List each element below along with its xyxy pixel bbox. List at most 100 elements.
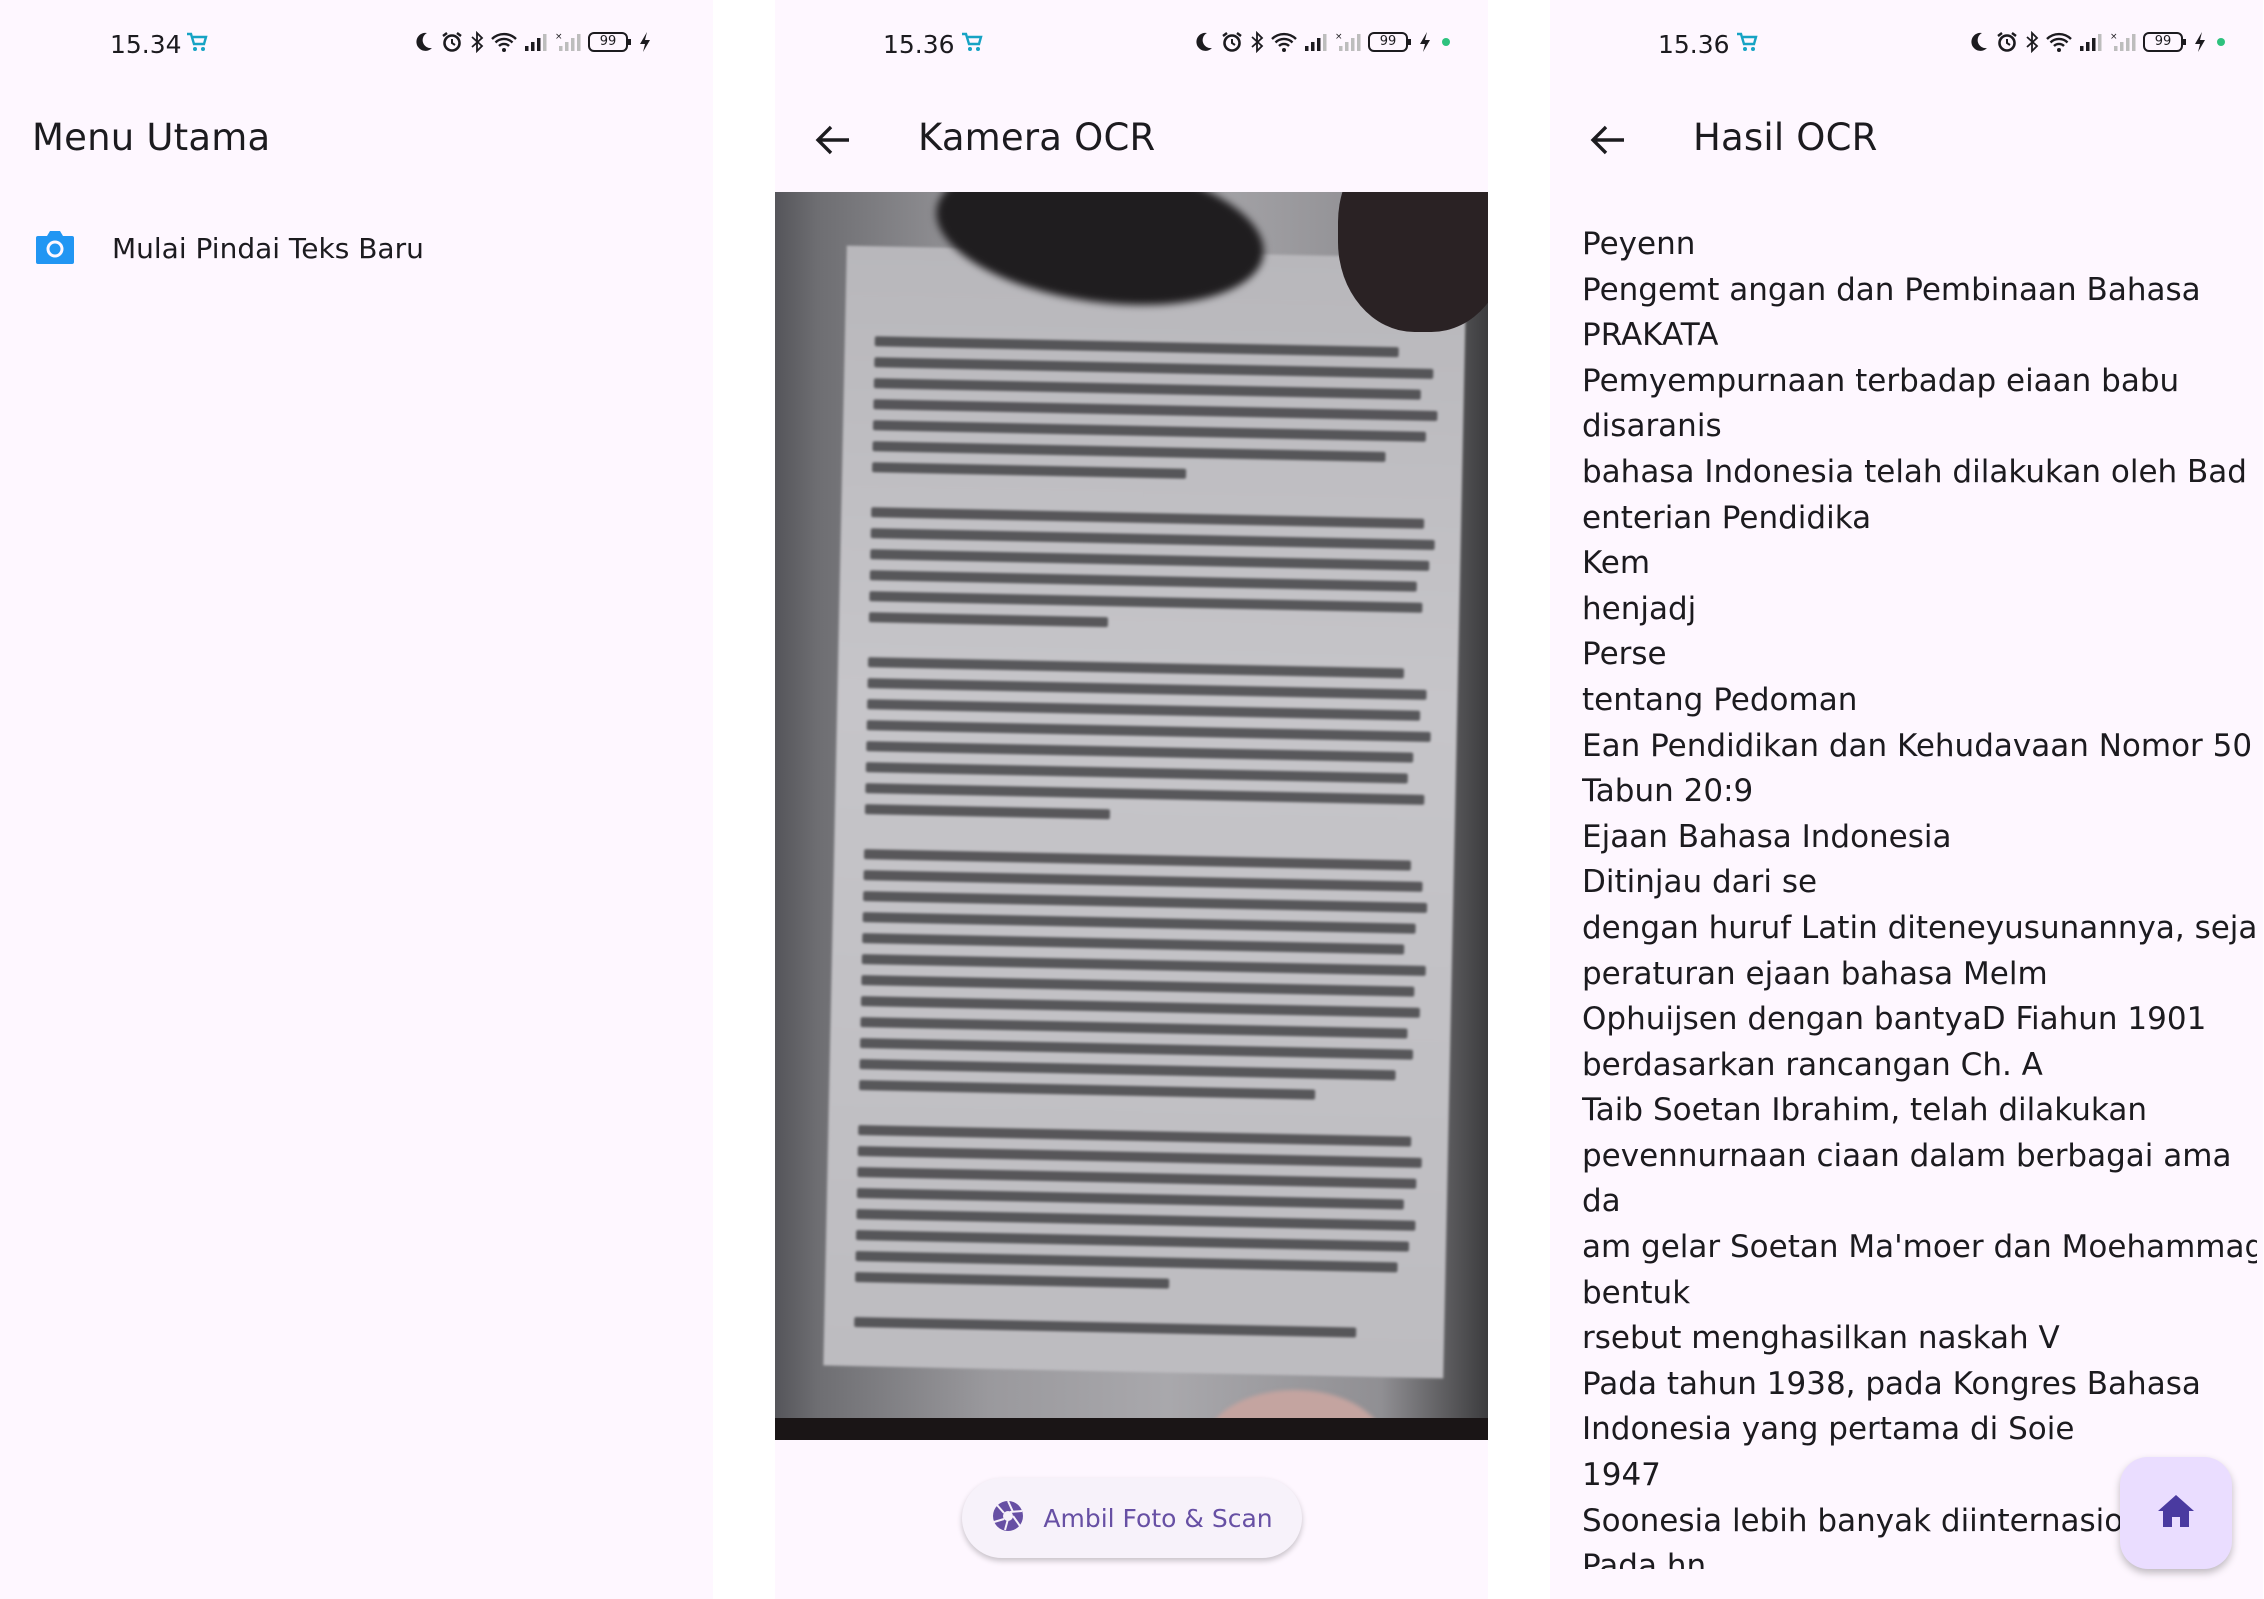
page-title: Kamera OCR (918, 116, 1156, 159)
captured-book-page (823, 245, 1467, 1379)
signal-off-icon: × (555, 32, 581, 51)
wifi-icon (1271, 32, 1297, 52)
blurred-text-line (859, 1059, 1396, 1081)
blurred-text-line (870, 528, 1436, 551)
ocr-line: tentang Pedoman (1582, 681, 1858, 718)
notification-cart-icon (186, 32, 208, 56)
blurred-text-line (857, 1167, 1416, 1189)
ocr-line: dengan huruf Latin diteneyusunannya, sej… (1582, 909, 2257, 946)
status-time: 15.34 (110, 30, 182, 59)
ocr-line: Ejaan Bahasa Indonesia (1582, 818, 1952, 855)
ocr-line: Perse (1582, 636, 1667, 673)
notification-cart-icon (1736, 32, 1758, 56)
blurred-text-line (867, 699, 1421, 721)
blurred-text-line (859, 1038, 1413, 1060)
moon-icon (416, 32, 432, 51)
shutter-icon (991, 1499, 1025, 1537)
blurred-text-line (856, 1188, 1405, 1210)
ocr-line: Tabun 20:9 (1582, 773, 1754, 810)
charging-icon (640, 32, 650, 52)
app-bar: Menu Utama (0, 90, 713, 190)
status-icons: × 99 (1969, 31, 2225, 53)
blurred-text-line (861, 975, 1415, 997)
blurred-text-line (862, 912, 1416, 934)
preview-edge (775, 1418, 1488, 1440)
wifi-icon (2046, 32, 2072, 52)
signal-off-icon: × (1335, 32, 1361, 51)
moon-icon (1196, 32, 1212, 51)
blurred-text-line (868, 612, 1109, 628)
wifi-icon (491, 32, 517, 52)
blurred-text-line (872, 441, 1386, 462)
blurred-text-line (859, 1080, 1316, 1100)
status-bar: 15.34 × 99 (0, 0, 713, 90)
ocr-line: Kem (1582, 545, 1651, 582)
back-arrow-icon[interactable] (811, 118, 855, 162)
back-arrow-icon[interactable] (1586, 118, 1630, 162)
blurred-text-line (870, 549, 1429, 571)
page-title: Menu Utama (32, 116, 271, 159)
capture-scan-button[interactable]: Ambil Foto & Scan (962, 1478, 1302, 1558)
ocr-line: Ean Pendidikan dan Kehudavaan Nomor 50 (1582, 727, 2253, 764)
camera-preview[interactable] (775, 192, 1488, 1440)
blurred-text-line (861, 954, 1427, 976)
signal-icon (525, 34, 547, 51)
blurred-text-line (866, 741, 1414, 763)
ocr-line: Ophuijsen dengan bantyaD Fiahun 1901 (1582, 1001, 2207, 1038)
svg-text:×: × (555, 32, 563, 42)
capture-button-label: Ambil Foto & Scan (1043, 1503, 1273, 1533)
signal-icon (1305, 34, 1327, 51)
battery-indicator: 99 (2143, 31, 2187, 53)
status-time: 15.36 (1658, 30, 1730, 59)
alarm-icon (1997, 32, 2017, 52)
blurred-text-line (873, 378, 1422, 400)
blurred-text-line (857, 1146, 1423, 1168)
signal-off-icon: × (2110, 32, 2136, 51)
blurred-text-line (865, 783, 1425, 805)
home-button[interactable] (2120, 1457, 2232, 1569)
app-bar: Hasil OCR (1550, 90, 2263, 190)
notification-cart-icon (961, 32, 983, 56)
alarm-icon (442, 32, 462, 52)
blurred-text-line (855, 1272, 1169, 1289)
status-icons: × 99 (414, 31, 651, 53)
svg-text:×: × (2110, 32, 2118, 42)
page-title: Hasil OCR (1693, 116, 1878, 159)
battery-indicator: 99 (1368, 31, 1412, 53)
charging-icon (2195, 32, 2205, 52)
menu-screen: 15.34 × 99 Menu Utama Mulai Pindai Teks … (0, 0, 713, 1599)
svg-text:×: × (1335, 32, 1343, 42)
blurred-text-line (864, 804, 1111, 820)
blurred-text-line (862, 933, 1404, 955)
alarm-icon (1222, 32, 1242, 52)
moon-icon (1971, 32, 1987, 51)
status-icons: × 99 (1194, 31, 1450, 53)
bluetooth-icon (471, 31, 484, 53)
status-bar: 15.36 × 99 (1550, 0, 2263, 90)
blurred-text-line (860, 996, 1420, 1018)
camera-icon (34, 226, 76, 270)
blurred-text-line (872, 420, 1426, 442)
ocr-result-text[interactable]: Peyenn Pengemt angan dan Pembinaan Bahas… (1582, 222, 2257, 1569)
ocr-line: enterian Pendidika (1582, 499, 1872, 536)
blurred-text-line (874, 336, 1400, 358)
ocr-line: Indonesia yang pertama di Soie (1582, 1411, 2075, 1448)
start-scan-menu-item[interactable]: Mulai Pindai Teks Baru (0, 210, 713, 285)
ocr-line: disaranis (1582, 408, 1722, 445)
blurred-text-line (869, 570, 1418, 592)
bluetooth-icon (2026, 31, 2039, 53)
ocr-line: da (1582, 1183, 1621, 1220)
ocr-line: Taib Soetan Ibrahim, telah dilakukan (1582, 1092, 2147, 1129)
app-bar: Kamera OCR (775, 90, 1488, 190)
blurred-text-line (856, 1209, 1416, 1231)
blurred-text-line (855, 1230, 1409, 1252)
privacy-dot (1442, 38, 1450, 46)
result-screen: 15.36 × 99 Hasil OCR Peyenn Pengemt anga… (1550, 0, 2263, 1599)
battery-level: 99 (2154, 34, 2172, 49)
blurred-text-line (869, 591, 1423, 613)
bluetooth-icon (1251, 31, 1264, 53)
blurred-text-line (863, 891, 1428, 913)
blurred-text-line (867, 678, 1427, 700)
ocr-line: Pada tahun 1938, pada Kongres Bahasa (1582, 1365, 2201, 1402)
ocr-line: rsebut menghasilkan naskah V (1582, 1320, 2060, 1357)
